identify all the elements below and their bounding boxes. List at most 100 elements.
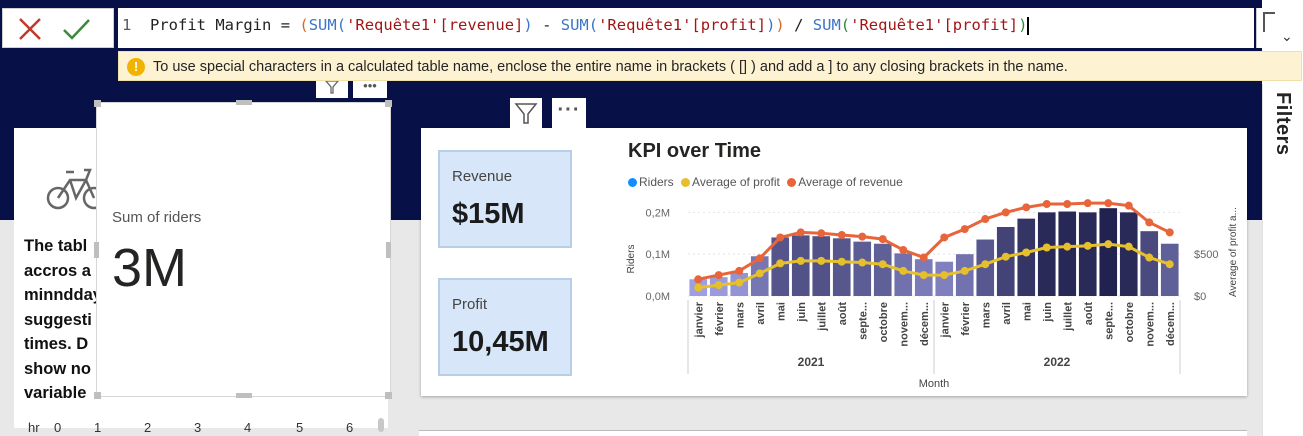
bar-riders <box>955 254 974 296</box>
profit-point <box>714 281 723 290</box>
legend-item[interactable]: Average of profit <box>681 175 780 189</box>
revenue-point <box>878 235 887 244</box>
profit-point <box>837 257 846 266</box>
x-tick-label: novem... <box>1144 302 1156 347</box>
revenue-point <box>1042 200 1051 208</box>
revenue-point <box>796 228 805 237</box>
revenue-point <box>817 229 826 238</box>
formula-text: 1 Profit Margin = (SUM('Requête1'[revenu… <box>122 16 1030 35</box>
y-tick-label: 0,2M <box>646 207 670 219</box>
x-tick-label: mars <box>734 302 746 328</box>
revenue-card[interactable]: Revenue $15M <box>438 150 572 248</box>
card-value: $15M <box>452 198 525 230</box>
commit-formula-button[interactable] <box>61 15 91 43</box>
bar-riders <box>1160 243 1179 296</box>
revenue-point <box>858 232 867 241</box>
function-sum: SUM <box>308 16 337 34</box>
filters-label[interactable]: Filters <box>1271 92 1294 156</box>
paren: ( <box>299 16 309 34</box>
profit-point <box>1104 240 1113 249</box>
x-tick-label: septe... <box>857 302 869 340</box>
chart-legend: Riders Average of profit Average of reve… <box>628 175 907 189</box>
bar-riders <box>812 236 831 296</box>
kpi-over-time-chart[interactable]: 0,0M 0,1M 0,2M $0 $500 Riders Average of profi… <box>600 196 1245 392</box>
revenue-point <box>1124 201 1133 210</box>
axis-label: 6 <box>346 420 354 435</box>
x-tick-label: juin <box>1042 302 1054 323</box>
year-label: 2021 <box>798 355 825 369</box>
resize-handle[interactable] <box>94 100 101 107</box>
profit-point <box>1022 248 1031 257</box>
profit-point <box>981 260 990 269</box>
kpi-cards-panel: Revenue $15M Profit 10,45M <box>425 132 587 392</box>
revenue-point <box>1165 228 1174 237</box>
expand-formula-button[interactable]: ⌄ <box>1256 8 1302 48</box>
scrollbar-thumb[interactable] <box>378 418 384 432</box>
more-options-button[interactable]: ··· <box>552 98 586 128</box>
column-ref: 'Requête1'[profit] <box>850 16 1019 34</box>
chevron-down-icon: ⌄ <box>1281 28 1293 44</box>
bar-riders <box>1140 231 1159 296</box>
revenue-point <box>755 254 764 263</box>
profit-point <box>1083 241 1092 250</box>
bottom-visual[interactable] <box>419 430 1247 436</box>
resize-handle[interactable] <box>386 242 391 258</box>
chart-title: KPI over Time <box>628 140 762 162</box>
resize-handle[interactable] <box>385 392 392 399</box>
revenue-point <box>899 246 908 254</box>
column-ref: 'Requête1'[revenue] <box>346 16 524 34</box>
text-cursor <box>1027 16 1030 35</box>
x-tick-label: décem... <box>1165 302 1177 346</box>
divide-operator: / <box>794 16 804 34</box>
resize-handle[interactable] <box>236 393 252 398</box>
profit-point <box>919 271 928 280</box>
minus-operator: - <box>542 16 552 34</box>
y2-tick-label: $0 <box>1194 291 1206 303</box>
x-tick-label: août <box>837 302 849 326</box>
revenue-point <box>694 275 703 284</box>
resize-handle[interactable] <box>94 242 99 258</box>
bar-riders <box>996 227 1015 296</box>
measure-name: Profit Margin <box>150 16 272 34</box>
profit-point <box>817 256 826 265</box>
resize-handle[interactable] <box>94 392 101 399</box>
y-tick-label: 0,0M <box>646 291 670 303</box>
profit-point <box>796 256 805 265</box>
revenue-point <box>776 233 785 242</box>
filter-button[interactable] <box>510 98 542 128</box>
revenue-point <box>1145 218 1154 227</box>
y-axis-title: Riders <box>626 245 637 274</box>
resize-handle[interactable] <box>236 100 252 105</box>
riders-card[interactable]: Sum of riders 3M <box>97 103 390 396</box>
column-ref: 'Requête1'[profit] <box>598 16 767 34</box>
profit-point <box>694 283 703 292</box>
x-tick-label: septe... <box>1103 302 1115 340</box>
bar-riders <box>1017 218 1036 296</box>
x-tick-label: octobre <box>1124 302 1136 342</box>
resize-handle[interactable] <box>385 100 392 107</box>
x-tick-label: octobre <box>878 302 890 342</box>
profit-point <box>1145 253 1154 262</box>
legend-item[interactable]: Average of revenue <box>787 175 903 189</box>
axis-label: 4 <box>244 420 252 435</box>
filters-pane[interactable]: Filters <box>1262 84 1303 436</box>
x-tick-label: mars <box>980 302 992 328</box>
revenue-point <box>1063 200 1072 208</box>
x-tick-label: décem... <box>919 302 931 346</box>
x-tick-label: juin <box>796 302 808 323</box>
dax-formula-bar: 1 Profit Margin = (SUM('Requête1'[revenu… <box>0 0 1303 84</box>
revenue-point <box>981 215 990 224</box>
equals-sign: = <box>280 16 291 34</box>
profit-point <box>776 259 785 268</box>
revenue-point <box>1022 203 1031 212</box>
profit-point <box>1165 260 1174 269</box>
legend-item[interactable]: Riders <box>628 175 674 189</box>
x-tick-label: avril <box>755 302 767 325</box>
formula-editor[interactable]: 1 Profit Margin = (SUM('Requête1'[revenu… <box>118 8 1254 48</box>
profit-card[interactable]: Profit 10,45M <box>438 278 572 376</box>
y2-tick-label: $500 <box>1194 249 1218 261</box>
x-tick-label: mai <box>775 302 787 321</box>
paren: ) <box>775 16 785 34</box>
cancel-formula-button[interactable] <box>15 15 45 43</box>
x-tick-label: janvier <box>939 301 951 338</box>
